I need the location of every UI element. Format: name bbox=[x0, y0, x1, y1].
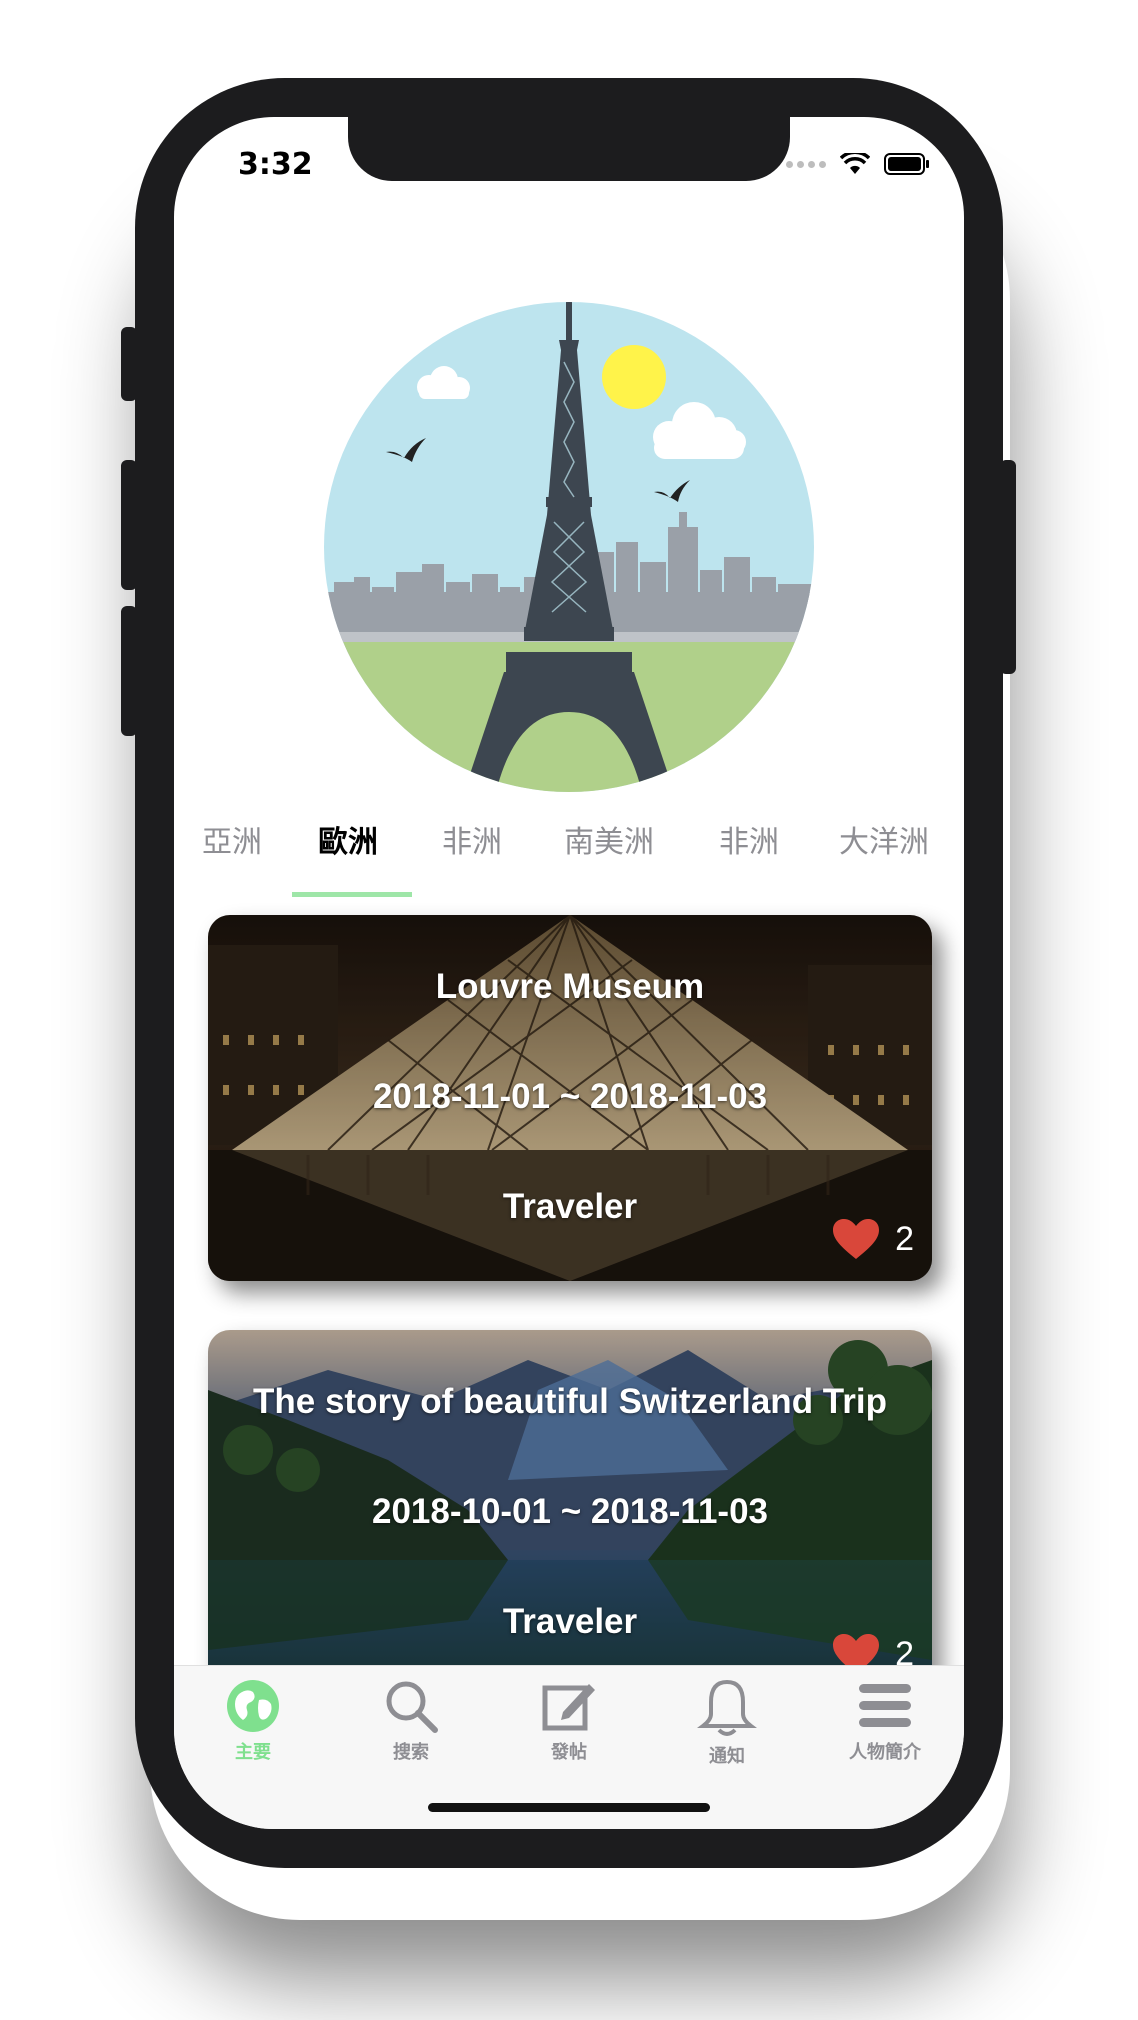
tab-asia[interactable]: 亞洲 bbox=[202, 817, 262, 861]
like-counter[interactable]: 2 bbox=[831, 1217, 914, 1261]
trip-title: Louvre Museum bbox=[435, 967, 705, 1006]
home-indicator[interactable] bbox=[428, 1803, 710, 1812]
battery-icon bbox=[884, 153, 929, 175]
eiffel-tower-illustration bbox=[324, 302, 814, 792]
status-icons bbox=[786, 153, 930, 175]
mute-switch bbox=[121, 327, 137, 401]
tab-label: 搜索 bbox=[393, 1742, 429, 1763]
tab-label: 發帖 bbox=[551, 1742, 587, 1763]
app-screen: 3:32 亞洲 歐洲 非洲 南美洲 非洲 大洋洲 Louvre Museum 2… bbox=[174, 117, 964, 1829]
heart-icon[interactable] bbox=[831, 1217, 881, 1261]
bell-icon bbox=[697, 1679, 757, 1736]
compose-icon bbox=[542, 1684, 595, 1731]
menu-icon bbox=[859, 1684, 911, 1727]
tab-label: 主要 bbox=[235, 1742, 271, 1763]
search-icon bbox=[386, 1681, 438, 1733]
sun-icon bbox=[602, 345, 666, 409]
trip-title: The story of beautiful Switzerland Trip bbox=[253, 1382, 887, 1421]
tab-search[interactable]: 搜索 bbox=[332, 1678, 490, 1764]
volume-down-button bbox=[121, 606, 137, 736]
trip-author: Traveler bbox=[502, 1602, 638, 1641]
tab-notifications[interactable]: 通知 bbox=[648, 1678, 806, 1768]
trip-dates: 2018-10-01 ~ 2018-11-03 bbox=[371, 1492, 769, 1531]
volume-up-button bbox=[121, 460, 137, 590]
trip-author: Traveler bbox=[502, 1187, 638, 1226]
tab-compose[interactable]: 發帖 bbox=[490, 1678, 648, 1764]
tab-label: 人物簡介 bbox=[849, 1742, 921, 1763]
status-time: 3:32 bbox=[238, 147, 313, 182]
tab-south-america[interactable]: 南美洲 bbox=[564, 817, 654, 861]
tab-home[interactable]: 主要 bbox=[174, 1678, 332, 1764]
notch bbox=[348, 117, 790, 181]
tab-oceania[interactable]: 大洋洲 bbox=[839, 817, 929, 861]
tab-profile[interactable]: 人物簡介 bbox=[806, 1678, 964, 1764]
wifi-icon bbox=[840, 153, 870, 174]
tab-africa[interactable]: 非洲 bbox=[442, 817, 502, 861]
tab-europe[interactable]: 歐洲 bbox=[318, 817, 378, 861]
tab-indicator bbox=[292, 892, 412, 897]
cellular-signal-icon bbox=[786, 160, 826, 168]
tab-africa-2[interactable]: 非洲 bbox=[719, 817, 779, 861]
trip-dates: 2018-11-01 ~ 2018-11-03 bbox=[372, 1077, 768, 1116]
tab-label: 通知 bbox=[709, 1746, 745, 1767]
globe-icon bbox=[227, 1680, 279, 1732]
trip-card[interactable]: The story of beautiful Switzerland Trip … bbox=[208, 1330, 932, 1696]
continent-tab-bar: 亞洲 歐洲 非洲 南美洲 非洲 大洋洲 bbox=[174, 817, 964, 877]
like-count: 2 bbox=[895, 1219, 914, 1258]
power-button bbox=[1000, 460, 1016, 674]
trip-card[interactable]: Louvre Museum 2018-11-01 ~ 2018-11-03 Tr… bbox=[208, 915, 932, 1281]
